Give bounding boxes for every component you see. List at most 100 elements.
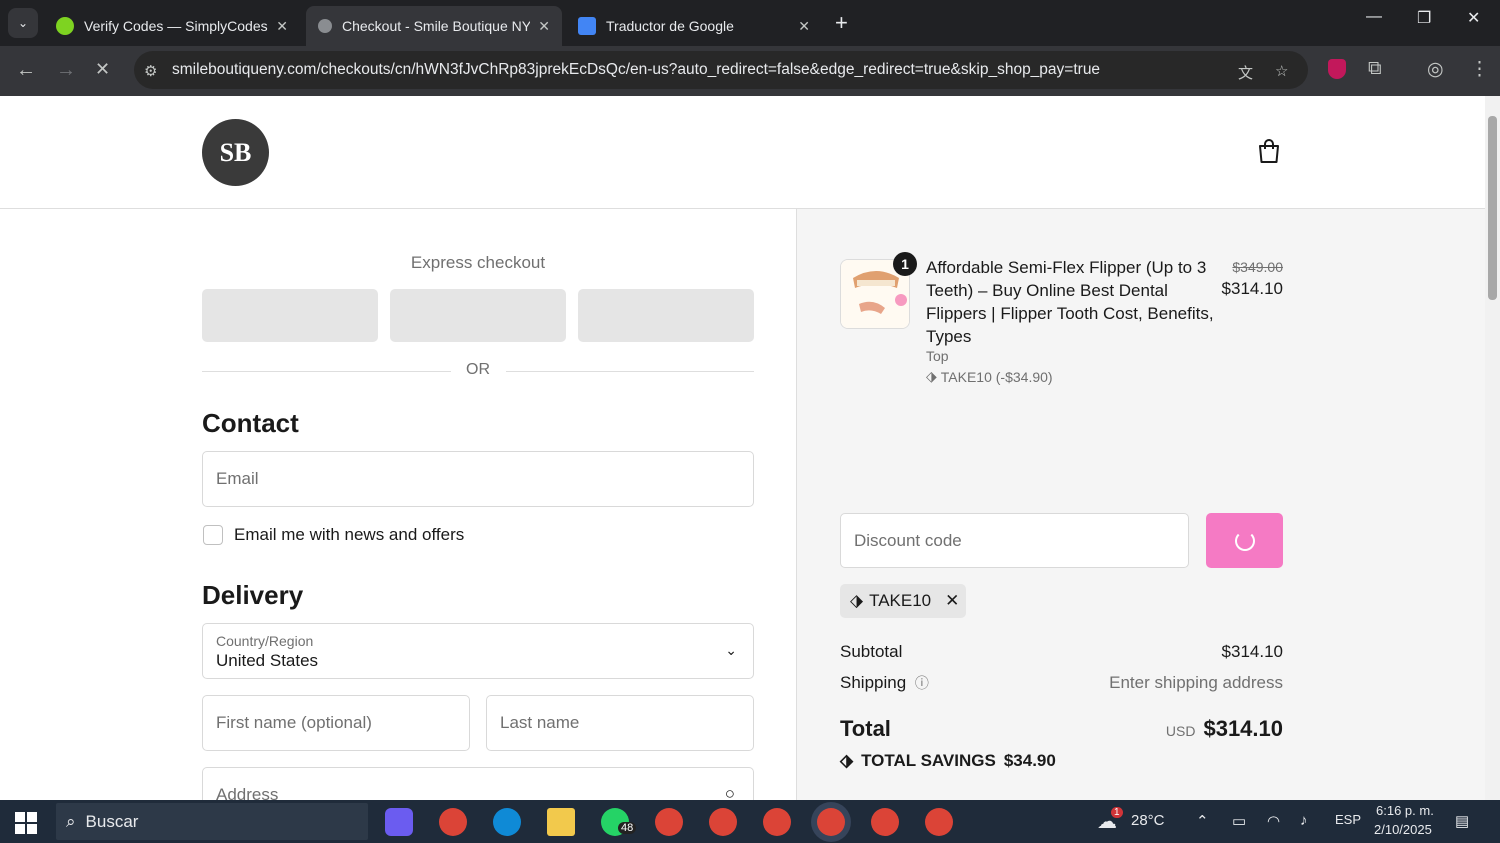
search-icon: ○ bbox=[724, 784, 735, 800]
product-variant: Top bbox=[926, 348, 949, 364]
language-indicator[interactable]: ESP bbox=[1335, 812, 1361, 827]
chrome-profile-icon[interactable] bbox=[655, 808, 683, 836]
address-toolbar: ← → ✕ ⚙ smileboutiqueny.com/checkouts/cn… bbox=[0, 46, 1500, 96]
notifications-icon[interactable]: ▤ bbox=[1455, 812, 1469, 830]
chrome-profile-icon[interactable] bbox=[763, 808, 791, 836]
express-pay-button-1[interactable] bbox=[202, 289, 378, 342]
shipping-value: Enter shipping address bbox=[1109, 673, 1283, 692]
taskbar-search-label: Buscar bbox=[85, 811, 139, 831]
volume-icon[interactable]: ♪ bbox=[1300, 812, 1308, 829]
close-window-icon[interactable]: ✕ bbox=[1467, 8, 1480, 28]
help-circle-icon[interactable]: ⓘ bbox=[915, 675, 929, 691]
first-name-placeholder: First name (optional) bbox=[216, 713, 372, 732]
store-header: SB bbox=[0, 96, 1485, 209]
url-bar[interactable]: ⚙ smileboutiqueny.com/checkouts/cn/hWN3f… bbox=[134, 51, 1308, 89]
restore-icon[interactable]: ❐ bbox=[1417, 8, 1431, 28]
last-name-placeholder: Last name bbox=[500, 713, 580, 732]
discount-code-input[interactable]: Discount code bbox=[840, 513, 1189, 568]
minimize-icon[interactable]: — bbox=[1366, 8, 1382, 26]
total-amount: USD $314.10 bbox=[1166, 716, 1283, 742]
logo-text: SB bbox=[219, 137, 252, 167]
windows-taskbar: ⌕ Buscar 48 ☁ 1 28°C ⌃ ▭ ◠ ♪ ESP 6:16 p.… bbox=[0, 800, 1500, 843]
address-field[interactable]: Address ○ bbox=[202, 767, 754, 800]
tray-chevron-up-icon[interactable]: ⌃ bbox=[1196, 812, 1209, 830]
checkout-page: SB Express checkout OR Contact Email Ema… bbox=[0, 96, 1485, 800]
tab-title: Checkout - Smile Boutique NY bbox=[342, 18, 531, 34]
subtotal-row: Subtotal $314.10 bbox=[840, 642, 1283, 662]
taskbar-search[interactable]: ⌕ Buscar bbox=[56, 803, 368, 840]
close-tab-icon[interactable]: ✕ bbox=[276, 18, 288, 35]
or-label: OR bbox=[466, 361, 490, 378]
quantity-badge: 1 bbox=[893, 252, 917, 276]
clock-date[interactable]: 2/10/2025 bbox=[1374, 822, 1432, 837]
tab-search-button[interactable]: ⌄ bbox=[8, 8, 38, 38]
remove-discount-icon[interactable]: ✕ bbox=[945, 591, 959, 611]
stop-loading-icon[interactable]: ✕ bbox=[95, 59, 110, 80]
close-tab-icon[interactable]: ✕ bbox=[798, 18, 810, 35]
forward-icon[interactable]: → bbox=[56, 59, 76, 82]
ublock-extension-icon[interactable] bbox=[1328, 59, 1346, 79]
discounted-price: $314.10 bbox=[1221, 279, 1283, 298]
translate-icon[interactable]: 文 bbox=[1238, 62, 1253, 83]
chevron-down-icon: ⌄ bbox=[725, 642, 737, 658]
express-checkout-label: Express checkout bbox=[410, 253, 546, 272]
edge-icon[interactable] bbox=[493, 808, 521, 836]
delivery-heading: Delivery bbox=[202, 580, 304, 610]
newsletter-checkbox[interactable] bbox=[203, 525, 223, 545]
chrome-icon[interactable] bbox=[439, 808, 467, 836]
search-icon: ⌕ bbox=[66, 811, 76, 831]
meet-icon[interactable]: ▭ bbox=[1232, 812, 1246, 830]
shipping-row: Shipping ⓘ Enter shipping address bbox=[840, 673, 1283, 693]
total-savings: ⬗ TOTAL SAVINGS $34.90 bbox=[840, 751, 1056, 771]
temperature: 28°C bbox=[1131, 812, 1165, 829]
tab-simplycodes[interactable]: Verify Codes — SimplyCodes ✕ bbox=[44, 6, 300, 46]
menu-kebab-icon[interactable]: ⋮ bbox=[1470, 58, 1489, 81]
contact-heading: Contact bbox=[202, 408, 299, 438]
close-tab-icon[interactable]: ✕ bbox=[538, 18, 550, 35]
scrollbar-thumb[interactable] bbox=[1488, 116, 1497, 300]
site-info-icon[interactable]: ⚙ bbox=[144, 62, 157, 80]
whatsapp-badge: 48 bbox=[618, 822, 637, 834]
apply-discount-button[interactable] bbox=[1206, 513, 1283, 568]
applied-code-text: TAKE10 bbox=[869, 591, 932, 610]
product-name: Affordable Semi-Flex Flipper (Up to 3 Te… bbox=[926, 258, 1214, 346]
store-logo[interactable]: SB bbox=[202, 119, 269, 186]
chrome-profile-icon[interactable] bbox=[925, 808, 953, 836]
loading-favicon-icon bbox=[318, 19, 332, 33]
product-discount-text: TAKE10 (-$34.90) bbox=[940, 368, 1053, 385]
cart-bag-icon[interactable] bbox=[1257, 138, 1281, 164]
or-divider: OR bbox=[202, 361, 754, 383]
simplycodes-favicon-icon bbox=[56, 17, 74, 35]
email-field[interactable]: Email bbox=[202, 451, 754, 507]
page-scrollbar[interactable] bbox=[1485, 96, 1500, 800]
tag-icon: ⬗ bbox=[850, 591, 864, 610]
product-discount: ⬗ TAKE10 (-$34.90) bbox=[926, 368, 1053, 385]
copilot-icon[interactable] bbox=[385, 808, 413, 836]
original-price: $349.00 bbox=[1232, 259, 1283, 275]
express-pay-button-3[interactable] bbox=[578, 289, 754, 342]
file-explorer-icon[interactable] bbox=[547, 808, 575, 836]
windows-start-icon[interactable] bbox=[15, 812, 37, 834]
subtotal-label: Subtotal bbox=[840, 642, 903, 661]
bookmark-star-icon[interactable]: ☆ bbox=[1275, 62, 1288, 80]
currency-code: USD bbox=[1165, 723, 1196, 739]
extensions-puzzle-icon[interactable]: ⧉ bbox=[1368, 58, 1382, 80]
wifi-icon[interactable]: ◠ bbox=[1267, 812, 1280, 830]
tab-google-translate[interactable]: Traductor de Google ✕ bbox=[566, 6, 822, 46]
last-name-field[interactable]: Last name bbox=[486, 695, 754, 751]
express-pay-button-2[interactable] bbox=[390, 289, 566, 342]
chrome-profile-icon[interactable] bbox=[709, 808, 737, 836]
profile-icon[interactable]: ◎ bbox=[1427, 58, 1444, 81]
first-name-field[interactable]: First name (optional) bbox=[202, 695, 470, 751]
chrome-profile-icon[interactable] bbox=[871, 808, 899, 836]
country-select[interactable]: Country/Region United States ⌄ bbox=[202, 623, 754, 679]
back-icon[interactable]: ← bbox=[16, 59, 36, 82]
clock-time[interactable]: 6:16 p. m. bbox=[1376, 803, 1434, 818]
tag-icon: ⬗ bbox=[840, 751, 854, 770]
total-value: $314.10 bbox=[1203, 716, 1283, 741]
browser-tab-bar: ⌄ Verify Codes — SimplyCodes ✕ Checkout … bbox=[0, 0, 1500, 46]
new-tab-button[interactable]: + bbox=[835, 10, 848, 36]
chrome-active-icon[interactable] bbox=[817, 808, 845, 836]
newsletter-label[interactable]: Email me with news and offers bbox=[234, 525, 464, 545]
tab-checkout[interactable]: Checkout - Smile Boutique NY ✕ bbox=[306, 6, 562, 46]
